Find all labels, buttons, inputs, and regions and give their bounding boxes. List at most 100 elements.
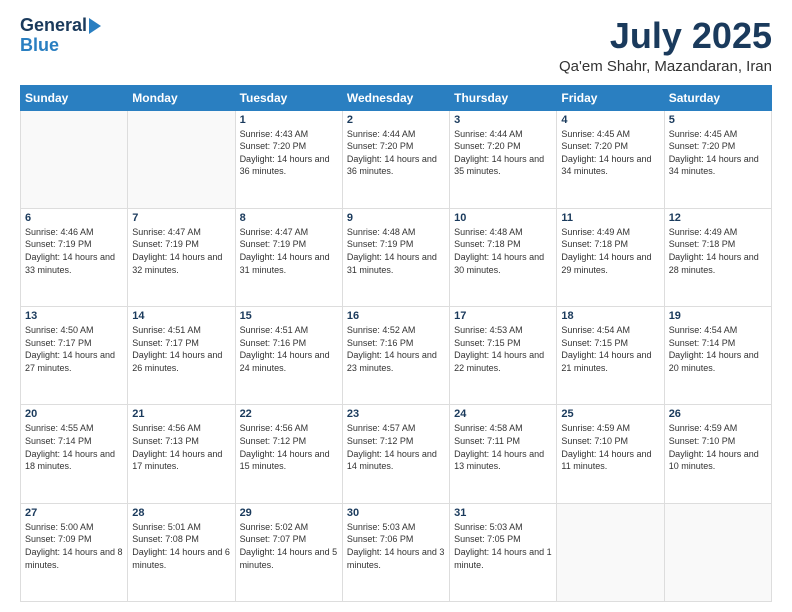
day-info: Sunrise: 4:52 AM Sunset: 7:16 PM Dayligh… bbox=[347, 324, 445, 374]
table-row: 22Sunrise: 4:56 AM Sunset: 7:12 PM Dayli… bbox=[235, 405, 342, 503]
day-info: Sunrise: 4:55 AM Sunset: 7:14 PM Dayligh… bbox=[25, 422, 123, 472]
day-number: 27 bbox=[25, 507, 123, 519]
day-info: Sunrise: 5:03 AM Sunset: 7:05 PM Dayligh… bbox=[454, 521, 552, 571]
day-info: Sunrise: 4:59 AM Sunset: 7:10 PM Dayligh… bbox=[669, 422, 767, 472]
table-row: 5Sunrise: 4:45 AM Sunset: 7:20 PM Daylig… bbox=[664, 110, 771, 208]
day-number: 6 bbox=[25, 212, 123, 224]
day-info: Sunrise: 4:48 AM Sunset: 7:19 PM Dayligh… bbox=[347, 226, 445, 276]
day-info: Sunrise: 4:54 AM Sunset: 7:14 PM Dayligh… bbox=[669, 324, 767, 374]
table-row: 9 Sunrise: 4:48 AM Sunset: 7:19 PM Daylig… bbox=[342, 208, 449, 306]
calendar: Sunday Monday Tuesday Wednesday Thursday… bbox=[20, 85, 772, 602]
table-row: 23 Sunrise: 4:57 AM Sunset: 7:12 PM Dayli… bbox=[342, 405, 449, 503]
day-info: Sunrise: 5:00 AM Sunset: 7:09 PM Dayligh… bbox=[25, 521, 123, 571]
table-row bbox=[557, 503, 664, 601]
day-number: 31 bbox=[454, 507, 552, 519]
table-row bbox=[664, 503, 771, 601]
day-info: Sunrise: 4:50 AM Sunset: 7:17 PM Dayligh… bbox=[25, 324, 123, 374]
day-info: Sunrise: 4:51 AM Sunset: 7:17 PM Dayligh… bbox=[132, 324, 230, 374]
day-info: Sunrise: 4:46 AM Sunset: 7:19 PM Dayligh… bbox=[25, 226, 123, 276]
table-row: 25 Sunrise: 4:59 AM Sunset: 7:10 PM Dayli… bbox=[557, 405, 664, 503]
day-info: Sunrise: 4:58 AM Sunset: 7:11 PM Dayligh… bbox=[454, 422, 552, 472]
day-number: 15 bbox=[240, 310, 338, 322]
day-number: 9 bbox=[347, 212, 445, 224]
day-info: Sunrise: 4:57 AM Sunset: 7:12 PM Dayligh… bbox=[347, 422, 445, 472]
table-row bbox=[21, 110, 128, 208]
day-number: 28 bbox=[132, 507, 230, 519]
table-row: 24Sunrise: 4:58 AM Sunset: 7:11 PM Dayli… bbox=[450, 405, 557, 503]
day-info: Sunrise: 4:54 AM Sunset: 7:15 PM Dayligh… bbox=[561, 324, 659, 374]
day-number: 1 bbox=[240, 114, 338, 126]
day-number: 16 bbox=[347, 310, 445, 322]
table-row: 18 Sunrise: 4:54 AM Sunset: 7:15 PM Dayli… bbox=[557, 307, 664, 405]
day-info: Sunrise: 4:48 AM Sunset: 7:18 PM Dayligh… bbox=[454, 226, 552, 276]
table-row: 26 Sunrise: 4:59 AM Sunset: 7:10 PM Dayli… bbox=[664, 405, 771, 503]
day-info: Sunrise: 4:59 AM Sunset: 7:10 PM Dayligh… bbox=[561, 422, 659, 472]
location: Qa'em Shahr, Mazandaran, Iran bbox=[559, 58, 772, 75]
day-info: Sunrise: 4:45 AM Sunset: 7:20 PM Dayligh… bbox=[561, 128, 659, 178]
day-number: 2 bbox=[347, 114, 445, 126]
table-row: 3Sunrise: 4:44 AM Sunset: 7:20 PM Daylig… bbox=[450, 110, 557, 208]
day-info: Sunrise: 5:03 AM Sunset: 7:06 PM Dayligh… bbox=[347, 521, 445, 571]
day-number: 5 bbox=[669, 114, 767, 126]
table-row: 14 Sunrise: 4:51 AM Sunset: 7:17 PM Dayli… bbox=[128, 307, 235, 405]
day-info: Sunrise: 4:53 AM Sunset: 7:15 PM Dayligh… bbox=[454, 324, 552, 374]
page: General Blue July 2025 Qa'em Shahr, Maza… bbox=[0, 0, 792, 612]
col-thursday: Thursday bbox=[450, 85, 557, 110]
day-number: 18 bbox=[561, 310, 659, 322]
month-title: July 2025 bbox=[559, 16, 772, 56]
day-number: 10 bbox=[454, 212, 552, 224]
day-number: 25 bbox=[561, 408, 659, 420]
logo: General Blue bbox=[20, 16, 101, 56]
logo-arrow-icon bbox=[89, 18, 101, 34]
day-info: Sunrise: 5:02 AM Sunset: 7:07 PM Dayligh… bbox=[240, 521, 338, 571]
day-number: 30 bbox=[347, 507, 445, 519]
table-row: 6 Sunrise: 4:46 AM Sunset: 7:19 PM Daylig… bbox=[21, 208, 128, 306]
calendar-week-row: 6 Sunrise: 4:46 AM Sunset: 7:19 PM Daylig… bbox=[21, 208, 772, 306]
day-number: 4 bbox=[561, 114, 659, 126]
day-number: 20 bbox=[25, 408, 123, 420]
col-monday: Monday bbox=[128, 85, 235, 110]
table-row bbox=[128, 110, 235, 208]
day-info: Sunrise: 4:44 AM Sunset: 7:20 PM Dayligh… bbox=[347, 128, 445, 178]
day-info: Sunrise: 4:43 AM Sunset: 7:20 PM Dayligh… bbox=[240, 128, 338, 178]
day-number: 19 bbox=[669, 310, 767, 322]
day-number: 21 bbox=[132, 408, 230, 420]
col-friday: Friday bbox=[557, 85, 664, 110]
calendar-header-row: Sunday Monday Tuesday Wednesday Thursday… bbox=[21, 85, 772, 110]
table-row: 12Sunrise: 4:49 AM Sunset: 7:18 PM Dayli… bbox=[664, 208, 771, 306]
day-info: Sunrise: 4:47 AM Sunset: 7:19 PM Dayligh… bbox=[240, 226, 338, 276]
calendar-week-row: 13 Sunrise: 4:50 AM Sunset: 7:17 PM Dayli… bbox=[21, 307, 772, 405]
day-info: Sunrise: 4:56 AM Sunset: 7:13 PM Dayligh… bbox=[132, 422, 230, 472]
day-number: 23 bbox=[347, 408, 445, 420]
table-row: 7 Sunrise: 4:47 AM Sunset: 7:19 PM Daylig… bbox=[128, 208, 235, 306]
day-number: 17 bbox=[454, 310, 552, 322]
day-number: 26 bbox=[669, 408, 767, 420]
table-row: 28 Sunrise: 5:01 AM Sunset: 7:08 PM Dayli… bbox=[128, 503, 235, 601]
title-area: July 2025 Qa'em Shahr, Mazandaran, Iran bbox=[559, 16, 772, 75]
table-row: 13 Sunrise: 4:50 AM Sunset: 7:17 PM Dayli… bbox=[21, 307, 128, 405]
table-row: 31 Sunrise: 5:03 AM Sunset: 7:05 PM Dayli… bbox=[450, 503, 557, 601]
day-number: 12 bbox=[669, 212, 767, 224]
table-row: 4 Sunrise: 4:45 AM Sunset: 7:20 PM Daylig… bbox=[557, 110, 664, 208]
day-number: 8 bbox=[240, 212, 338, 224]
day-info: Sunrise: 4:44 AM Sunset: 7:20 PM Dayligh… bbox=[454, 128, 552, 178]
logo-general: General bbox=[20, 16, 87, 36]
day-number: 7 bbox=[132, 212, 230, 224]
day-info: Sunrise: 4:47 AM Sunset: 7:19 PM Dayligh… bbox=[132, 226, 230, 276]
table-row: 2 Sunrise: 4:44 AM Sunset: 7:20 PM Daylig… bbox=[342, 110, 449, 208]
day-info: Sunrise: 4:51 AM Sunset: 7:16 PM Dayligh… bbox=[240, 324, 338, 374]
day-number: 14 bbox=[132, 310, 230, 322]
table-row: 19 Sunrise: 4:54 AM Sunset: 7:14 PM Dayli… bbox=[664, 307, 771, 405]
col-saturday: Saturday bbox=[664, 85, 771, 110]
day-info: Sunrise: 5:01 AM Sunset: 7:08 PM Dayligh… bbox=[132, 521, 230, 571]
day-number: 29 bbox=[240, 507, 338, 519]
calendar-week-row: 27 Sunrise: 5:00 AM Sunset: 7:09 PM Dayli… bbox=[21, 503, 772, 601]
col-sunday: Sunday bbox=[21, 85, 128, 110]
day-info: Sunrise: 4:49 AM Sunset: 7:18 PM Dayligh… bbox=[561, 226, 659, 276]
table-row: 20 Sunrise: 4:55 AM Sunset: 7:14 PM Dayli… bbox=[21, 405, 128, 503]
table-row: 29 Sunrise: 5:02 AM Sunset: 7:07 PM Dayli… bbox=[235, 503, 342, 601]
calendar-week-row: 20 Sunrise: 4:55 AM Sunset: 7:14 PM Dayli… bbox=[21, 405, 772, 503]
day-number: 13 bbox=[25, 310, 123, 322]
day-number: 11 bbox=[561, 212, 659, 224]
table-row: 27 Sunrise: 5:00 AM Sunset: 7:09 PM Dayli… bbox=[21, 503, 128, 601]
